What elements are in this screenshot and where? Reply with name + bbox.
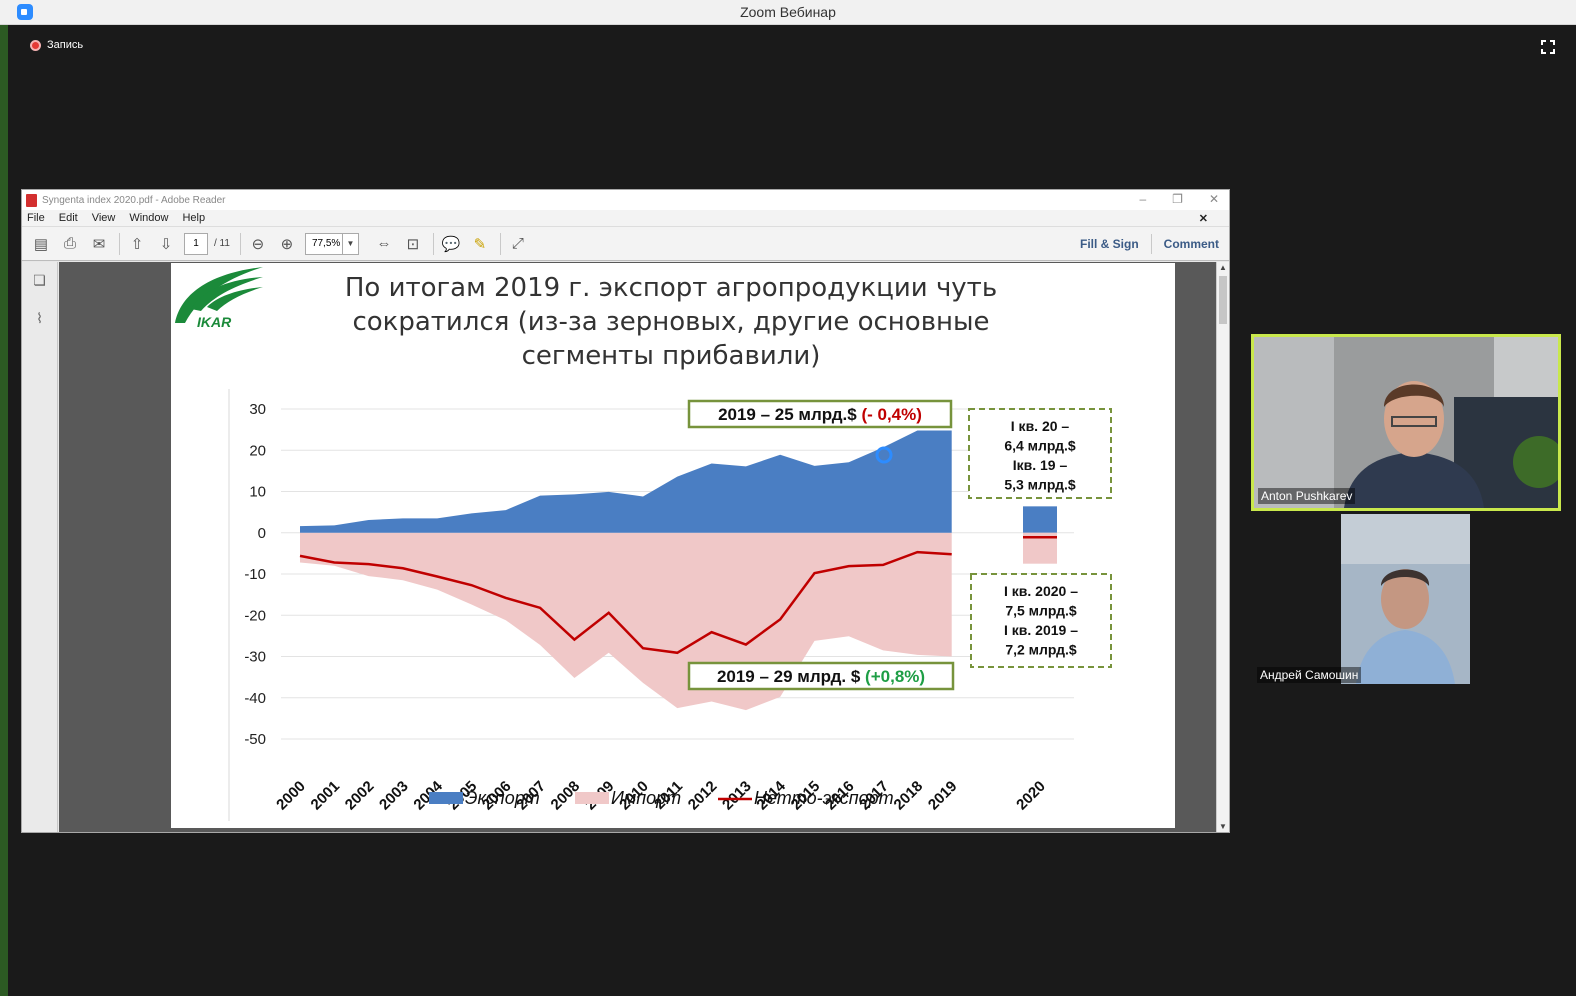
menu-file[interactable]: File xyxy=(27,212,45,224)
navigation-pane: ❏ ⌇ xyxy=(22,262,58,832)
chevron-down-icon: ▼ xyxy=(341,233,358,254)
scrollbar-thumb[interactable] xyxy=(1219,276,1227,324)
next-page-icon[interactable]: ⇩ xyxy=(155,233,177,255)
q1-export-note-line: I кв. 20 – xyxy=(1011,418,1070,434)
toolbar-divider xyxy=(119,232,120,255)
close-document-icon[interactable]: ✕ xyxy=(1199,212,1208,225)
zoom-in-icon[interactable]: ⊕ xyxy=(276,233,298,255)
x-tick-label: 2002 xyxy=(342,778,378,814)
print-icon[interactable]: ⎙ xyxy=(59,233,81,255)
fullscreen-icon[interactable] xyxy=(1541,40,1555,54)
toolbar-divider xyxy=(239,232,241,255)
toolbar-divider xyxy=(1150,234,1152,254)
participant-name: Андрей Самошин xyxy=(1257,667,1362,683)
zoom-titlebar: Zoom Вебинар xyxy=(0,0,1576,25)
recording-indicator[interactable]: Запись xyxy=(30,39,83,51)
participant-video xyxy=(1254,337,1558,508)
y-tick-label: -10 xyxy=(244,566,266,583)
q1-export-note-line: Iкв. 19 – xyxy=(1013,457,1068,473)
q1-export-note-line: 6,4 млрд.$ xyxy=(1004,438,1076,454)
trade-chart: 30 20 10 0 -10 -20 -30 -40 -50 2000200120022003 20… xyxy=(228,389,1112,821)
menu-window[interactable]: Window xyxy=(129,212,168,224)
y-tick-label: -50 xyxy=(244,731,266,748)
x-tick-label: 2018 xyxy=(891,778,927,814)
x-tick-label: 2012 xyxy=(685,778,721,814)
q1-export-bar xyxy=(1023,506,1057,533)
reader-titlebar: Syngenta index 2020.pdf - Adobe Reader –… xyxy=(22,190,1229,210)
x-tick-label: 2013 xyxy=(719,778,755,814)
previous-page-icon[interactable]: ⇧ xyxy=(126,233,148,255)
toolbar-divider xyxy=(432,232,434,255)
y-tick-label: 0 xyxy=(258,525,266,542)
page-total: / 11 xyxy=(214,238,230,249)
zoom-level-select[interactable]: 77,5% ▼ xyxy=(304,232,359,255)
y-tick-label: 30 xyxy=(249,401,266,418)
y-tick-label: 10 xyxy=(249,484,266,501)
menu-edit[interactable]: Edit xyxy=(59,212,78,224)
page-number-input[interactable]: 1 xyxy=(184,232,208,255)
legend-swatch-export xyxy=(429,792,463,804)
import-note-text: 2019 – 29 млрд. $ (+0,8%) xyxy=(717,667,925,686)
participant-name: Anton Pushkarev xyxy=(1258,488,1356,504)
menu-view[interactable]: View xyxy=(92,212,116,224)
q1-export-note-line: 5,3 млрд.$ xyxy=(1004,477,1076,493)
reader-title: Syngenta index 2020.pdf - Adobe Reader xyxy=(42,194,226,206)
comment-button[interactable]: Comment xyxy=(1164,237,1219,251)
desktop-edge xyxy=(0,0,8,996)
legend-label-import: Импорт xyxy=(611,788,681,808)
q1-import-note-line: I кв. 2020 – xyxy=(1004,583,1078,599)
video-tile-active-speaker[interactable]: Anton Pushkarev xyxy=(1251,334,1561,511)
minimize-icon[interactable]: – xyxy=(1139,192,1146,206)
full-screen-mode-icon[interactable]: ⤢ xyxy=(507,233,529,255)
window-controls: – ❐ ✕ xyxy=(1139,192,1219,206)
q1-import-note-line: 7,5 млрд.$ xyxy=(1005,603,1077,619)
x-tick-label: 2003 xyxy=(376,778,412,814)
highlight-icon[interactable]: ✎ xyxy=(469,233,491,255)
y-tick-label: 20 xyxy=(249,442,266,459)
reader-menubar: File Edit View Window Help ✕ xyxy=(22,210,1229,227)
fill-sign-button[interactable]: Fill & Sign xyxy=(1080,237,1139,251)
export-note-text: 2019 – 25 млрд.$ (- 0,4%) xyxy=(718,405,922,424)
close-icon[interactable]: ✕ xyxy=(1209,192,1219,206)
comment-bubble-icon[interactable]: 💬 xyxy=(440,233,462,255)
record-dot-icon xyxy=(30,39,41,51)
restore-icon[interactable]: ❐ xyxy=(1172,192,1183,206)
zoom-out-icon[interactable]: ⊖ xyxy=(247,233,269,255)
fit-page-icon[interactable]: ⊡ xyxy=(402,233,424,255)
q1-import-note-line: 7,2 млрд.$ xyxy=(1005,642,1077,658)
x-tick-label: 2001 xyxy=(308,778,344,814)
legend-label-net: Нетто-экспорт xyxy=(754,788,894,808)
participant-video xyxy=(1341,514,1470,684)
toolbar-divider xyxy=(499,232,501,255)
video-tile-participant[interactable] xyxy=(1341,514,1470,684)
q1-import-note-line: I кв. 2019 – xyxy=(1004,622,1078,638)
y-tick-label: -30 xyxy=(244,649,266,666)
zoom-level-value: 77,5% xyxy=(311,237,341,249)
fit-width-icon[interactable]: ⇔ xyxy=(373,233,395,255)
x-tick-label: 2000 xyxy=(273,778,309,814)
save-icon[interactable]: ▤ xyxy=(30,233,52,255)
x-tick-label: 2019 xyxy=(925,778,961,814)
pages-thumbnail-icon[interactable]: ❏ xyxy=(31,272,48,289)
export-area xyxy=(300,430,952,533)
y-tick-label: -40 xyxy=(244,690,266,707)
email-icon[interactable]: ✉ xyxy=(88,233,110,255)
toolbar-right-links: Fill & Sign Comment xyxy=(1080,227,1219,261)
adobe-reader-window: Syngenta index 2020.pdf - Adobe Reader –… xyxy=(21,189,1230,833)
pdf-page: IKAR По итогам 2019 г. экспорт агропроду… xyxy=(171,263,1175,828)
legend-swatch-import xyxy=(575,792,609,804)
document-view: IKAR По итогам 2019 г. экспорт агропроду… xyxy=(59,262,1217,832)
zoom-window-title: Zoom Вебинар xyxy=(740,4,836,20)
recording-label: Запись xyxy=(47,39,84,51)
x-tick-label: 2020 xyxy=(1013,778,1049,814)
scroll-down-icon[interactable]: ▼ xyxy=(1217,822,1229,831)
scroll-up-icon[interactable]: ▲ xyxy=(1217,263,1229,272)
menu-help[interactable]: Help xyxy=(182,212,205,224)
pdf-file-icon xyxy=(26,193,37,207)
y-tick-label: -20 xyxy=(244,607,266,624)
attachments-paperclip-icon[interactable]: ⌇ xyxy=(31,310,48,327)
vertical-scrollbar[interactable]: ▲ ▼ xyxy=(1216,262,1229,832)
legend-label-export: Экспорт xyxy=(465,788,540,808)
reader-toolbar: ▤ ⎙ ✉ ⇧ ⇩ 1 / 11 ⊖ ⊕ 77,5% ▼ ⇔ ⊡ 💬 ✎ ⤢ Fi… xyxy=(22,227,1229,261)
